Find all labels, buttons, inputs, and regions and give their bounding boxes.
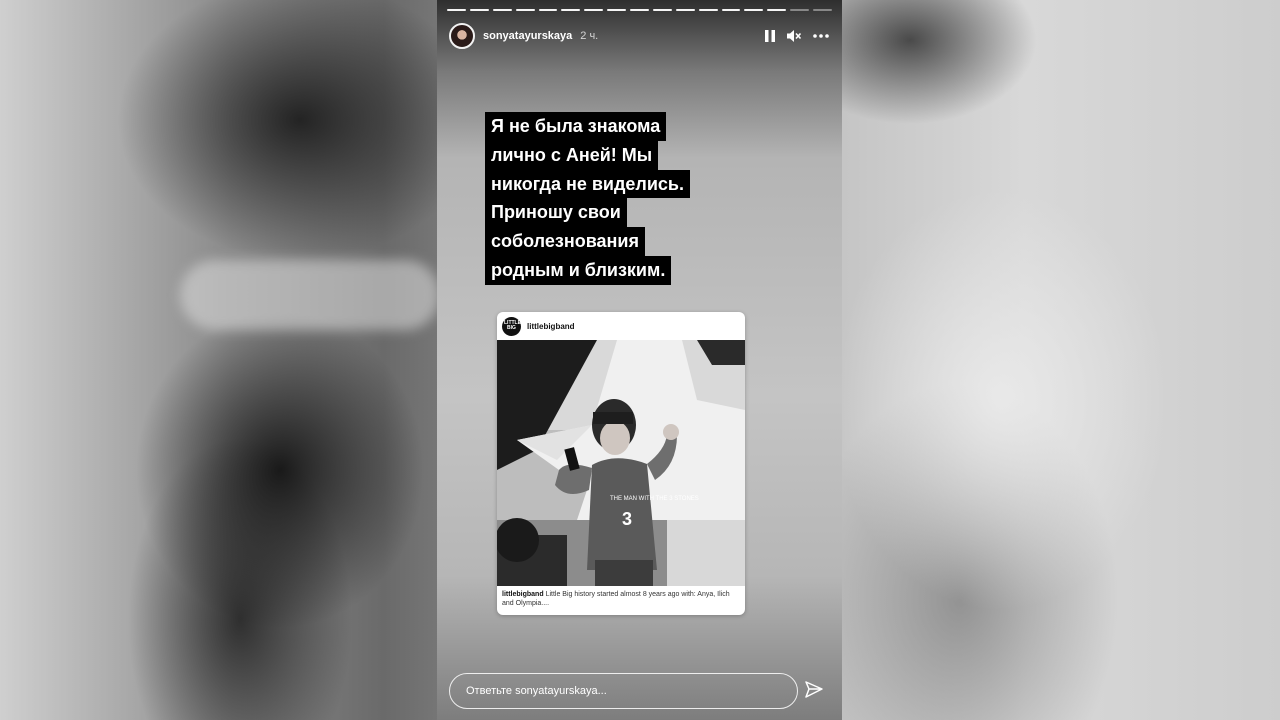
progress-segment: [515, 9, 535, 11]
progress-segment: [813, 9, 832, 11]
post-avatar-logo-text: LITTLE BIG: [504, 320, 521, 331]
shared-post-card[interactable]: LITTLE BIG littlebigband THE MAN WITH TH…: [497, 312, 745, 615]
blurred-background-detail: [180, 260, 440, 330]
progress-segment: [561, 9, 581, 11]
progress-segment: [698, 9, 718, 11]
caption-line: никогда не виделись.: [485, 169, 690, 199]
progress-segment: [675, 9, 695, 11]
progress-segment: [652, 9, 672, 11]
story-header: sonyatayurskaya 2 ч.: [449, 22, 830, 50]
paper-plane-icon[interactable]: [804, 680, 824, 705]
story-controls: [764, 29, 830, 43]
user-avatar[interactable]: [449, 23, 475, 49]
progress-segment: [469, 9, 489, 11]
progress-segment: [630, 9, 649, 11]
progress-segment: [744, 9, 764, 11]
reply-input[interactable]: Ответьте sonyatayurskaya...: [449, 673, 798, 709]
story-progress-bar: [447, 9, 832, 11]
post-caption: littlebigband Little Big history started…: [502, 590, 740, 608]
story-text-caption: Я не была знакома лично с Аней! Мы никог…: [485, 112, 725, 285]
pause-icon[interactable]: [764, 29, 776, 43]
progress-segment: [790, 9, 809, 11]
story-viewer[interactable]: sonyatayurskaya 2 ч. Я не была знакома л…: [437, 0, 842, 720]
progress-segment: [721, 9, 741, 11]
reply-placeholder: Ответьте sonyatayurskaya...: [466, 685, 607, 697]
more-dots-icon[interactable]: [812, 33, 830, 39]
progress-segment: [767, 9, 787, 11]
progress-segment: [607, 9, 626, 11]
caption-line: лично с Аней! Мы: [485, 140, 659, 170]
caption-line: Приношу свои: [485, 198, 627, 228]
shirt-print-text: THE MAN WITH THE 3 STONES: [610, 496, 699, 502]
post-username[interactable]: littlebigband: [527, 322, 575, 331]
progress-segment: [584, 9, 604, 11]
caption-line: соболезнования: [485, 227, 645, 256]
post-avatar[interactable]: LITTLE BIG: [502, 316, 521, 336]
post-photo[interactable]: THE MAN WITH THE 3 STONES 3: [497, 340, 745, 586]
svg-text:3: 3: [622, 509, 632, 529]
caption-line: Я не была знакома: [485, 112, 667, 141]
story-username[interactable]: sonyatayurskaya: [483, 30, 572, 42]
post-caption-username[interactable]: littlebigband: [502, 591, 544, 598]
story-timestamp: 2 ч.: [580, 30, 599, 42]
progress-segment: [492, 9, 512, 11]
progress-segment: [447, 9, 466, 11]
progress-segment: [538, 9, 558, 11]
caption-line: родным и близким.: [485, 255, 672, 285]
post-header: LITTLE BIG littlebigband: [497, 312, 745, 340]
speaker-muted-icon[interactable]: [786, 29, 802, 43]
